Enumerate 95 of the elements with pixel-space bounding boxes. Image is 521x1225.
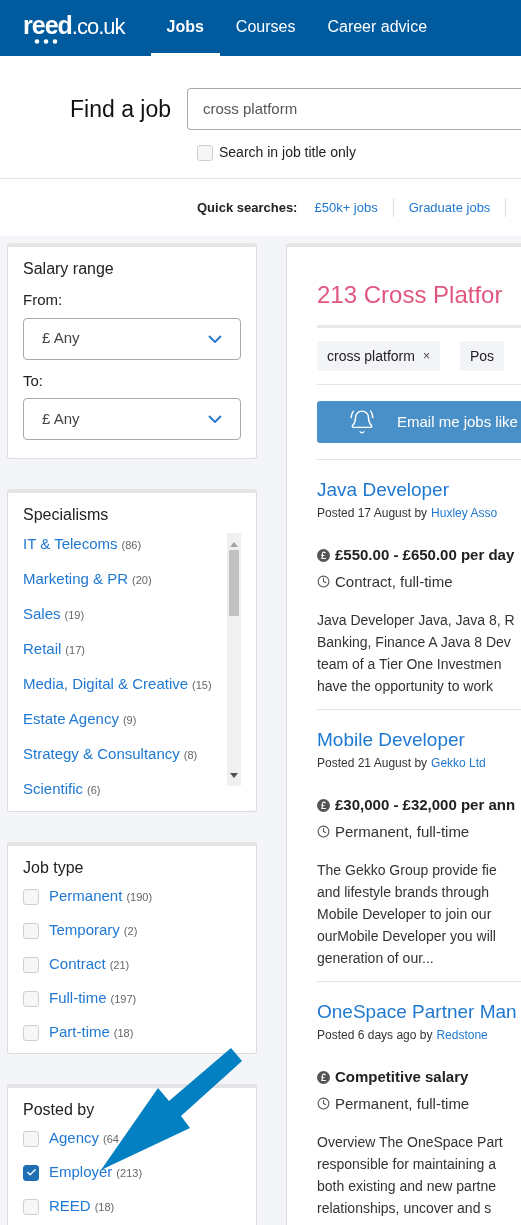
- job-salary: £30,000 - £32,000 per ann: [335, 795, 516, 815]
- filter-option[interactable]: Full-time: [49, 988, 107, 1008]
- chevron-icon: [208, 415, 222, 423]
- quick-search-link[interactable]: Graduate jobs: [408, 197, 507, 218]
- page-heading: Find a job: [70, 94, 171, 124]
- check-icon: [25, 1167, 37, 1178]
- pound-icon: [317, 798, 330, 812]
- filter-option[interactable]: Part-time: [49, 1022, 110, 1042]
- email-alert-button[interactable]: Email me jobs like: [317, 401, 521, 443]
- quick-search-link[interactable]: £50k+ jobs: [314, 197, 394, 218]
- job-title[interactable]: OneSpace Partner Man: [317, 1000, 521, 1024]
- nav-tab[interactable]: Career advice: [311, 0, 444, 56]
- job-description-line: generation of our...: [317, 949, 435, 968]
- filter-option[interactable]: Permanent: [49, 886, 123, 906]
- item-count: (2): [123, 924, 138, 939]
- job-type: Contract, full-time: [335, 571, 453, 592]
- filter-title: Specialisms: [23, 505, 110, 525]
- item-count: (9): [122, 713, 137, 728]
- filter-option[interactable]: REED: [49, 1196, 91, 1216]
- item-count: (15): [192, 678, 212, 693]
- logo[interactable]: reed.co.uk: [23, 0, 125, 56]
- job-type: Permanent, full-time: [335, 821, 470, 842]
- salary-select[interactable]: £ Any: [23, 398, 241, 440]
- specialism-link[interactable]: IT & Telecoms: [23, 533, 118, 554]
- job-description-line: Overview The OneSpace Part: [317, 1133, 504, 1152]
- item-count: (86): [121, 538, 142, 553]
- job-salary: £550.00 - £650.00 per day: [335, 545, 515, 565]
- scrollbar[interactable]: [227, 533, 241, 786]
- quick-searches-label: Quick searches:: [197, 198, 298, 217]
- job-description-line: Java Developer Java, Java 8, R: [317, 611, 516, 630]
- select-label: To:: [23, 370, 44, 391]
- chevron-icon: [208, 334, 222, 343]
- select-label: From:: [23, 290, 64, 310]
- remove-icon[interactable]: ×: [422, 347, 430, 365]
- job-description-line: Mobile Developer to join our: [317, 905, 493, 924]
- job-salary: Competitive salary: [335, 1067, 469, 1087]
- search-field[interactable]: cross platform: [187, 88, 521, 130]
- filter-title: Salary range: [23, 259, 115, 279]
- nav-tab[interactable]: Courses: [219, 0, 312, 56]
- checkbox[interactable]: [23, 1164, 39, 1181]
- filter-option[interactable]: Employer: [49, 1162, 113, 1182]
- job-description-line: relationships, uncover and s: [317, 1199, 493, 1218]
- clock-icon: [317, 1097, 330, 1111]
- item-count: (190): [126, 890, 153, 905]
- specialism-link[interactable]: Media, Digital & Creative: [23, 673, 189, 694]
- search-tag[interactable]: cross platform ×: [317, 341, 440, 371]
- specialism-link[interactable]: Marketing & PR: [23, 568, 129, 589]
- checkbox-label: Search in job title only: [219, 143, 356, 162]
- pound-icon: [317, 548, 330, 562]
- search-tag[interactable]: Pos: [459, 341, 505, 371]
- item-count: (18): [94, 1200, 115, 1215]
- specialism-link[interactable]: Scientific: [23, 778, 84, 799]
- dots-icon: [34, 38, 58, 44]
- item-count: (8): [183, 748, 198, 763]
- filter-option[interactable]: Contract: [49, 954, 106, 974]
- item-count: (64: [103, 1132, 119, 1147]
- specialism-link[interactable]: Retail: [23, 638, 62, 659]
- posted-info: Posted 6 days ago by: [317, 1027, 433, 1044]
- bell-icon: [347, 409, 377, 435]
- job-description-line: The Gekko Group provide fie: [317, 861, 498, 880]
- filter-option[interactable]: Temporary: [49, 920, 120, 940]
- job-title[interactable]: Java Developer: [317, 478, 521, 502]
- job-title[interactable]: Mobile Developer: [317, 728, 521, 752]
- item-count: (6): [87, 783, 101, 798]
- pound-icon: [317, 1070, 330, 1084]
- item-count: (18): [113, 1026, 134, 1041]
- salary-select[interactable]: £ Any: [23, 317, 241, 360]
- item-count: (19): [64, 608, 85, 623]
- clock-icon: [317, 575, 330, 589]
- filter-option[interactable]: Agency: [49, 1128, 100, 1148]
- specialism-link[interactable]: Estate Agency: [23, 708, 119, 729]
- specialism-link[interactable]: Sales: [23, 603, 61, 624]
- filter-title: Posted by: [23, 1100, 96, 1120]
- results-heading: 213 Cross Platfor: [317, 277, 521, 328]
- job-description-line: Banking, Finance A Java 8 Dev: [317, 633, 512, 652]
- clock-icon: [317, 825, 330, 839]
- job-description-line: responsible for maintaining a: [317, 1155, 497, 1174]
- company-link[interactable]: Gekko Ltd: [431, 754, 486, 772]
- item-count: (17): [65, 643, 85, 658]
- filter-title: Job type: [23, 858, 85, 878]
- item-count: (21): [109, 958, 130, 973]
- posted-info: Posted 17 August by: [317, 505, 428, 522]
- company-link[interactable]: Huxley Asso: [431, 504, 498, 522]
- job-description-line: ourMobile Developer you will: [317, 927, 497, 946]
- job-description-line: team of a Tier One Investmen: [317, 655, 503, 674]
- specialism-link[interactable]: Strategy & Consultancy: [23, 743, 180, 764]
- job-type: Permanent, full-time: [335, 1093, 470, 1114]
- job-description-line: both existing and new partne: [317, 1177, 497, 1196]
- job-description-line: have the opportunity to work: [317, 677, 494, 696]
- job-description-line: and lifestyle brands through: [317, 883, 490, 902]
- item-count: (213): [116, 1166, 143, 1181]
- item-count: (20): [132, 573, 152, 588]
- posted-info: Posted 21 August by: [317, 755, 428, 772]
- item-count: (197): [110, 992, 137, 1007]
- company-link[interactable]: Redstone: [436, 1026, 488, 1044]
